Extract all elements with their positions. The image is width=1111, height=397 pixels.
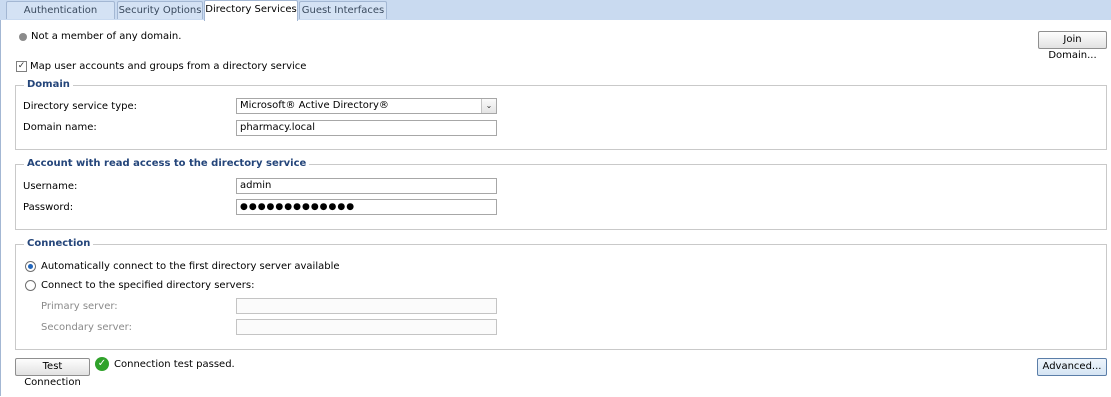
tab-strip: Authentication Options Security Options … — [0, 0, 1111, 33]
account-group: Account with read access to the director… — [15, 158, 1107, 230]
connection-group: Connection — [15, 238, 1107, 350]
check-circle-icon: ✓ — [95, 357, 109, 371]
account-group-title: Account with read access to the director… — [24, 158, 310, 170]
specified-servers-radio[interactable] — [25, 280, 36, 291]
tab-directory-services[interactable]: Directory Services — [204, 0, 298, 21]
secondary-server-input[interactable] — [236, 319, 497, 335]
password-label: Password: — [23, 202, 74, 213]
status-dot-icon — [19, 33, 27, 41]
domain-group-title: Domain — [24, 79, 73, 91]
username-input[interactable]: admin — [236, 178, 497, 194]
username-label: Username: — [23, 181, 78, 192]
password-input[interactable]: ●●●●●●●●●●●●● — [236, 199, 497, 215]
domain-status-text: Not a member of any domain. — [31, 31, 182, 42]
domain-name-input[interactable]: pharmacy.local — [236, 120, 497, 136]
test-connection-button[interactable]: Test Connection — [15, 358, 90, 388]
primary-server-label: Primary server: — [41, 301, 118, 312]
secondary-server-label: Secondary server: — [41, 322, 132, 333]
map-accounts-label: Map user accounts and groups from a dire… — [30, 61, 307, 72]
specified-servers-label: Connect to the specified directory serve… — [41, 280, 255, 291]
join-domain-button[interactable]: Join Domain... — [1038, 31, 1107, 61]
service-type-value: Microsoft® Active Directory® — [240, 100, 389, 111]
service-type-label: Directory service type: — [23, 101, 137, 112]
tab-security-options[interactable]: Security Options — [117, 1, 203, 19]
domain-name-label: Domain name: — [23, 122, 97, 133]
domain-group: Domain — [15, 79, 1107, 150]
service-type-select[interactable]: Microsoft® Active Directory® ⌄ — [236, 98, 497, 114]
tab-guest-interfaces[interactable]: Guest Interfaces — [299, 1, 387, 19]
advanced-button[interactable]: Advanced... — [1037, 358, 1107, 376]
auto-connect-label: Automatically connect to the first direc… — [41, 261, 340, 272]
directory-services-panel: Not a member of any domain. Join Domain.… — [0, 20, 1111, 396]
test-result-text: Connection test passed. — [114, 359, 235, 370]
map-accounts-checkbox[interactable]: ✓ — [16, 61, 27, 72]
connection-group-title: Connection — [24, 238, 94, 250]
chevron-down-icon[interactable]: ⌄ — [481, 99, 496, 113]
auto-connect-radio[interactable] — [25, 261, 36, 272]
tab-authentication-options[interactable]: Authentication Options — [6, 1, 115, 33]
primary-server-input[interactable] — [236, 298, 497, 314]
